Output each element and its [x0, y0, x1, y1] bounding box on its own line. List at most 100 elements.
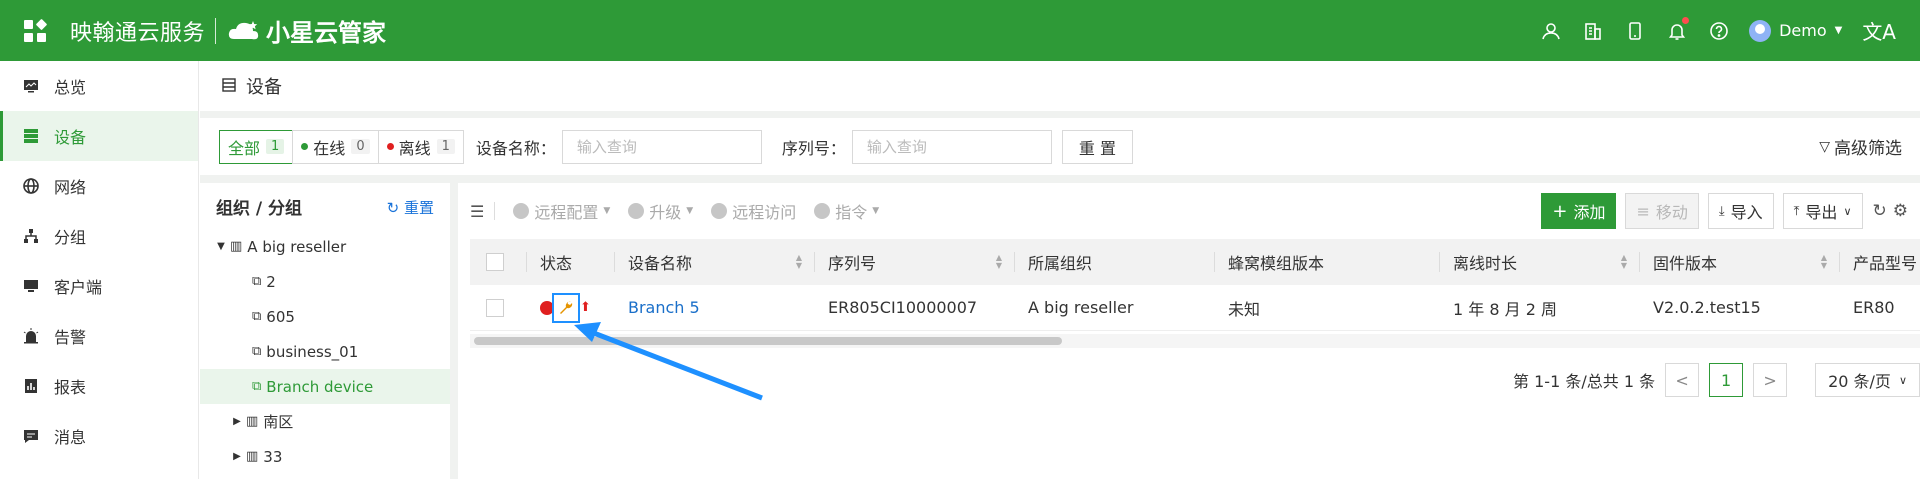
column-header-serial[interactable]: 序列号 ▲ ▼ — [814, 239, 1014, 285]
user-name: Demo — [1779, 21, 1827, 40]
tree-node-org[interactable]: ▶ ▥ 33 — [200, 439, 450, 474]
config-wrench-icon[interactable] — [552, 292, 580, 323]
add-device-button[interactable]: + 添加 — [1541, 193, 1617, 229]
plus-icon: + — [1552, 200, 1568, 222]
org-cell: A big reseller — [1028, 298, 1134, 317]
top-header: 映翰通云服务 小星云管家 Demo ▼ 文A — [0, 0, 1920, 61]
table-toolbar: ☰ 远程配置 ▼ 升级 ▼ 远程访问 指令 ▼ + 添加 ≡ 移动 ⤓ 导入 ⤒… — [458, 183, 1920, 239]
sidebar-item-network[interactable]: 网络 — [0, 161, 198, 211]
table-header-row: 状态 设备名称 ▲ ▼ 序列号 ▲ ▼ 所属组织 蜂窝模组版本 离线时长 ▲ ▼ 固件… — [470, 239, 1920, 285]
column-header-name[interactable]: 设备名称 ▲ ▼ — [614, 239, 814, 285]
settings-gear-icon[interactable]: ⚙ — [1893, 201, 1908, 221]
import-button[interactable]: ⤓ 导入 — [1707, 193, 1774, 229]
toolbar-actions: + 添加 ≡ 移动 ⤓ 导入 ⤒ 导出 ∨ ↻ ⚙ — [1532, 193, 1908, 229]
building-icon: ▥ — [246, 449, 259, 464]
page-size-value: 20 条/页 — [1828, 372, 1891, 391]
filter-all[interactable]: 全部 1 — [219, 129, 294, 164]
sort-icon: ▲ ▼ — [1620, 253, 1627, 270]
sidebar-item-devices[interactable]: 设备 — [0, 111, 198, 161]
user-menu[interactable]: Demo ▼ — [1749, 19, 1843, 42]
device-group-icon: ⧉ — [252, 379, 262, 394]
column-header-firmware[interactable]: 固件版本 ▲ ▼ — [1639, 239, 1839, 285]
column-header-status[interactable]: 状态 — [526, 239, 614, 285]
sidebar: 总览 设备 网络 分组 客户端 告警 报表 消息 — [0, 61, 199, 479]
language-switch-icon[interactable]: 文A — [1862, 16, 1896, 45]
next-page-button[interactable]: > — [1753, 363, 1788, 397]
tree-node-label: 605 — [266, 307, 295, 326]
row-checkbox[interactable] — [486, 298, 504, 317]
sidebar-item-reports[interactable]: 报表 — [0, 361, 198, 411]
chevron-down-icon: ▼ — [603, 206, 611, 216]
tree-node-group[interactable]: ⧉ 605 — [200, 299, 450, 334]
remote-config-button[interactable]: 远程配置 ▼ — [513, 199, 610, 223]
export-button[interactable]: ⤒ 导出 ∨ — [1782, 193, 1863, 229]
sort-icon: ▲ ▼ — [795, 253, 802, 270]
tree-node-group[interactable]: ⧉ business_01 — [200, 334, 450, 369]
serial-number-input[interactable]: 输入查询 — [851, 129, 1052, 164]
online-dot-icon — [301, 143, 309, 150]
sidebar-item-groups[interactable]: 分组 — [0, 211, 198, 261]
column-header-org[interactable]: 所属组织 — [1014, 239, 1214, 285]
filter-offline[interactable]: 离线 1 — [377, 129, 464, 164]
offline-duration-cell: 1 年 8 月 2 周 — [1453, 299, 1557, 319]
column-header-label: 离线时长 — [1453, 254, 1518, 273]
tree-node-group-selected[interactable]: ⧉ Branch device — [200, 369, 450, 404]
tree-node-root[interactable]: ▼ ▥ A big reseller — [200, 229, 450, 264]
advanced-filter-button[interactable]: ▽ 高级筛选 — [1819, 134, 1902, 160]
list-align-icon[interactable]: ☰ — [470, 202, 484, 221]
scrollbar-thumb[interactable] — [474, 337, 1062, 345]
status-cell: ⬆ — [526, 285, 614, 330]
status-filter-tabs: 全部 1 在线 0 离线 1 — [219, 129, 464, 164]
page-size-select[interactable]: 20 条/页 ∨ — [1815, 363, 1920, 397]
column-header-module-version[interactable]: 蜂窝模组版本 — [1214, 239, 1439, 285]
mobile-icon[interactable] — [1623, 19, 1647, 43]
page-number-button[interactable]: 1 — [1709, 363, 1744, 397]
device-name-input[interactable]: 输入查询 — [561, 129, 762, 164]
wrench-icon — [513, 203, 530, 219]
device-name-link[interactable]: Branch 5 — [614, 285, 814, 330]
sidebar-item-messages[interactable]: 消息 — [0, 411, 198, 461]
sort-icon: ▲ ▼ — [995, 253, 1002, 270]
column-header-model[interactable]: 产品型号 — [1839, 239, 1920, 285]
import-label: 导入 — [1730, 203, 1763, 222]
filter-online[interactable]: 在线 0 — [292, 129, 379, 164]
add-label: 添加 — [1573, 203, 1606, 222]
chevron-down-icon: ∨ — [1843, 204, 1852, 218]
sidebar-item-clients[interactable]: 客户端 — [0, 261, 198, 311]
prev-page-button[interactable]: < — [1665, 363, 1700, 397]
select-all-checkbox[interactable] — [486, 253, 504, 271]
help-icon[interactable] — [1707, 19, 1731, 43]
command-button[interactable]: 指令 ▼ — [814, 199, 879, 223]
toolbar-divider — [494, 202, 496, 220]
building-icon[interactable] — [1581, 19, 1605, 43]
org-tree-header: 组织 / 分组 ↻ 重置 — [200, 183, 450, 229]
model-cell: ER80 — [1853, 298, 1895, 317]
notification-bell-icon[interactable] — [1665, 16, 1690, 43]
upgrade-button[interactable]: 升级 ▼ — [628, 199, 693, 223]
filter-funnel-icon: ▽ — [1819, 138, 1830, 155]
remote-access-button[interactable]: 远程访问 — [711, 199, 796, 223]
sidebar-item-overview[interactable]: 总览 — [0, 61, 198, 111]
move-button[interactable]: ≡ 移动 — [1625, 193, 1699, 229]
tree-node-org[interactable]: ▶ ▥ 南区 — [200, 404, 450, 439]
column-header-offline-duration[interactable]: 离线时长 ▲ ▼ — [1439, 239, 1639, 285]
report-icon — [22, 377, 40, 395]
table-row[interactable]: ⬆ Branch 5 ER805CI10000007 A big reselle… — [470, 285, 1920, 331]
chevron-down-icon: ∨ — [1898, 373, 1907, 387]
filter-online-count: 0 — [351, 139, 370, 154]
export-label: 导出 — [1805, 203, 1838, 222]
apps-grid-icon[interactable] — [24, 18, 48, 42]
chevron-down-icon: ▼ — [1834, 25, 1843, 36]
org-reset-button[interactable]: ↻ 重置 — [387, 197, 434, 218]
horizontal-scrollbar[interactable] — [470, 334, 1920, 348]
column-header-label: 设备名称 — [628, 254, 693, 273]
user-account-icon[interactable] — [1539, 19, 1563, 43]
avatar — [1749, 19, 1772, 42]
pagination-summary: 第 1-1 条/总共 1 条 — [1513, 372, 1656, 391]
reset-filter-button[interactable]: 重 置 — [1061, 129, 1134, 164]
tree-node-label: 33 — [263, 447, 283, 466]
sidebar-item-alarms[interactable]: 告警 — [0, 311, 198, 361]
caret-right-icon: ▶ — [233, 416, 241, 427]
refresh-icon[interactable]: ↻ — [1873, 201, 1887, 221]
tree-node-group[interactable]: ⧉ 2 — [200, 264, 450, 299]
